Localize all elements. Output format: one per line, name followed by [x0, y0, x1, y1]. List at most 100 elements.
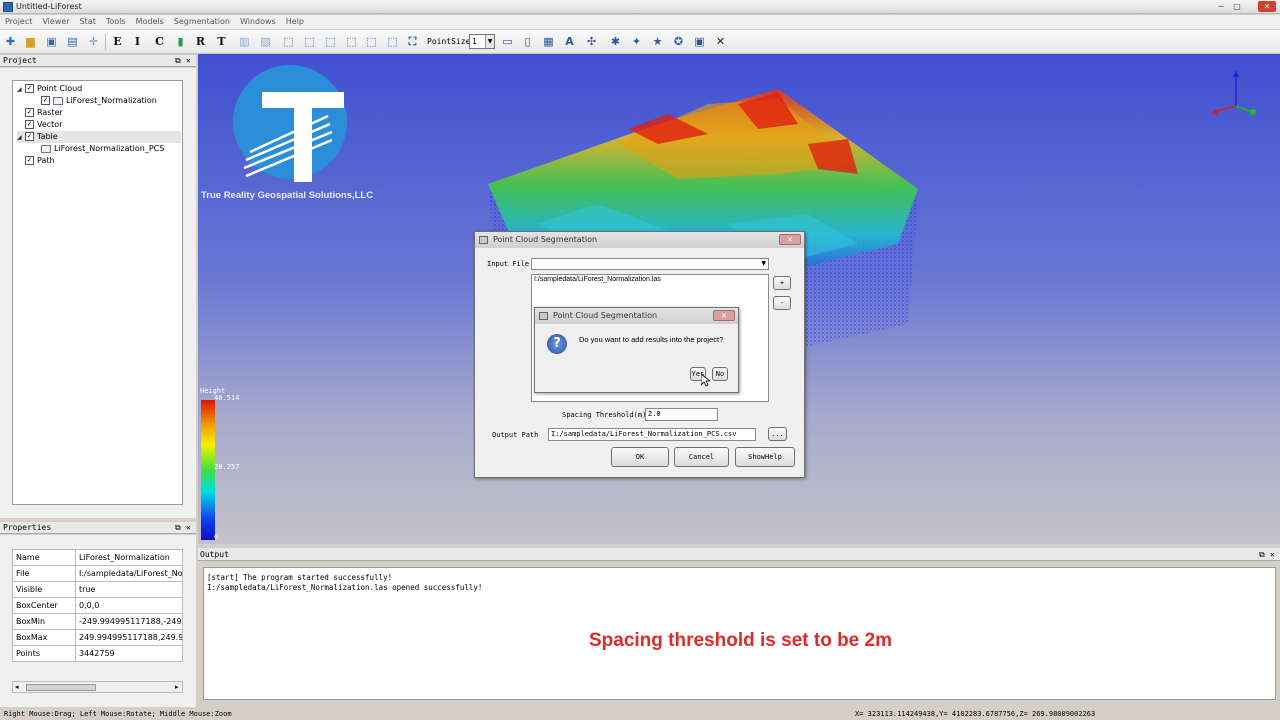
expand-arrow-icon[interactable]: ◢ — [17, 132, 25, 144]
tree-label: Vector — [37, 120, 63, 129]
close-icon[interactable]: ✕ — [186, 522, 191, 534]
view-back-icon[interactable]: ⬚ — [301, 33, 318, 50]
tools-icon[interactable]: ✕ — [712, 33, 729, 50]
checkbox[interactable]: ✓ — [41, 96, 50, 105]
checkbox[interactable]: ✓ — [25, 132, 34, 141]
view-front-icon[interactable]: ⬚ — [280, 33, 297, 50]
star-box-icon[interactable]: ✪ — [670, 33, 687, 50]
clear-selection-icon[interactable]: ▧ — [257, 33, 274, 50]
output-log: [start] The program started successfully… — [203, 567, 1276, 700]
table-row[interactable]: BoxMin-249.994995117188,-249.994... — [12, 613, 183, 630]
view-top-icon[interactable]: ⬚ — [363, 33, 380, 50]
table-row[interactable]: BoxMax249.994995117188,249.9949... — [12, 629, 183, 646]
time-icon[interactable]: T — [213, 33, 230, 50]
tree-label: LiForest_Normalization — [66, 96, 157, 105]
save-icon[interactable]: ▣ — [43, 33, 60, 50]
annotation-icon[interactable]: A — [561, 33, 578, 50]
output-path-input[interactable]: I:/sampledata/LiForest_Normalization_PCS… — [548, 428, 756, 441]
classification-icon[interactable]: C — [151, 33, 168, 50]
grid-icon[interactable]: ▦ — [540, 33, 557, 50]
export-icon[interactable]: ✦ — [628, 33, 645, 50]
view-bottom-icon[interactable]: ⬚ — [384, 33, 401, 50]
full-extent-icon[interactable]: ⛶ — [404, 33, 421, 50]
float-icon[interactable]: ⧉ — [175, 522, 181, 534]
menu-help[interactable]: Help — [281, 15, 309, 29]
menu-tools[interactable]: Tools — [101, 15, 131, 29]
remove-file-button[interactable]: - — [773, 296, 791, 310]
close-icon[interactable]: ✕ — [186, 55, 191, 67]
pointsize-select[interactable]: 1 ▼ — [469, 34, 495, 49]
close-dialog-button[interactable]: ✕ — [779, 234, 801, 245]
dialog-title: Point Cloud Segmentation — [493, 235, 598, 244]
no-button[interactable]: No — [712, 367, 728, 381]
checkbox[interactable]: ✓ — [25, 120, 34, 129]
selection-icon[interactable]: ▥ — [236, 33, 253, 50]
tree-item-raster[interactable]: ✓ Raster — [25, 107, 63, 119]
menu-windows[interactable]: Windows — [235, 15, 281, 29]
checkbox[interactable]: ✓ — [25, 156, 34, 165]
tree-item-liforest-normalization-pcs[interactable]: LiForest_Normalization_PCS — [41, 143, 164, 155]
tree-item-liforest-normalization[interactable]: ✓ LiForest_Normalization — [41, 95, 157, 107]
list-item[interactable]: I:/sampledata/LiForest_Normalization.las — [534, 276, 661, 283]
tree-item-path[interactable]: ✓ Path — [25, 155, 55, 167]
star-icon[interactable]: ★ — [649, 33, 666, 50]
property-key: File — [12, 565, 76, 582]
float-icon[interactable]: ⧉ — [175, 55, 181, 67]
scroll-right-icon[interactable]: ▸ — [175, 682, 179, 692]
ruler-icon[interactable]: ▭ — [499, 33, 516, 50]
add-data-icon[interactable]: ✚ — [2, 33, 19, 50]
profile-icon[interactable]: ▯ — [519, 33, 536, 50]
status-hint: Right Mouse:Drag; Left Mouse:Rotate; Mid… — [4, 710, 232, 718]
menu-models[interactable]: Models — [131, 15, 169, 29]
close-dialog-button[interactable]: ✕ — [713, 310, 735, 321]
ok-button[interactable]: OK — [611, 447, 669, 467]
add-file-button[interactable]: + — [773, 276, 791, 290]
open-folder-icon[interactable]: ▆ — [22, 33, 39, 50]
scroll-left-icon[interactable]: ◂ — [15, 682, 19, 692]
maximize-button[interactable]: □ — [1230, 1, 1244, 12]
properties-scrollbar[interactable]: ◂ ▸ — [12, 681, 183, 693]
chevron-down-icon[interactable]: ▼ — [485, 35, 494, 48]
crosshair-icon[interactable]: ✛ — [85, 33, 102, 50]
show-help-button[interactable]: ShowHelp — [735, 447, 795, 467]
minimize-button[interactable]: ─ — [1214, 1, 1228, 12]
menu-project[interactable]: Project — [0, 15, 37, 29]
table-row[interactable]: BoxCenter 0,0,0 — [12, 597, 183, 614]
tree-item-point-cloud[interactable]: ◢ ✓ Point Cloud — [17, 83, 82, 95]
checkbox[interactable]: ✓ — [25, 84, 34, 93]
chevron-down-icon[interactable]: ▼ — [761, 259, 766, 269]
height-color-icon[interactable]: ▮ — [172, 33, 189, 50]
cancel-button[interactable]: Cancel — [674, 447, 729, 467]
property-value: I:/sampledata/LiForest_Nor... — [75, 565, 183, 582]
table-row[interactable]: File I:/sampledata/LiForest_Nor... — [12, 565, 183, 582]
pick-point-icon[interactable]: ✣ — [583, 33, 600, 50]
input-file-select[interactable]: ▼ — [531, 258, 769, 270]
table-row[interactable]: Points 3442759 — [12, 645, 183, 662]
plugin-icon[interactable]: ✱ — [607, 33, 624, 50]
return-icon[interactable]: R — [192, 33, 209, 50]
close-window-button[interactable]: ✕ — [1258, 1, 1276, 12]
elevation-icon[interactable]: E — [109, 33, 126, 50]
view-right-icon[interactable]: ⬚ — [343, 33, 360, 50]
tree-item-table[interactable]: ◢ ✓ Table — [17, 131, 181, 143]
close-icon[interactable]: ✕ — [1270, 548, 1275, 561]
float-icon[interactable]: ⧉ — [1259, 548, 1265, 561]
save-as-icon[interactable]: ▤ — [64, 33, 81, 50]
menu-stat[interactable]: Stat — [75, 15, 101, 29]
tree-item-vector[interactable]: ✓ Vector — [25, 119, 63, 131]
table-row[interactable]: Visible true — [12, 581, 183, 598]
confirm-dialog: Point Cloud Segmentation ✕ ? Do you want… — [534, 307, 739, 393]
property-value: -249.994995117188,-249.994... — [75, 613, 183, 630]
intensity-icon[interactable]: I — [129, 33, 146, 50]
table-row[interactable]: Name LiForest_Normalization — [12, 549, 183, 566]
scrollbar-thumb[interactable] — [26, 684, 96, 691]
view-left-icon[interactable]: ⬚ — [322, 33, 339, 50]
checkbox[interactable]: ✓ — [25, 108, 34, 117]
toolbar-separator — [105, 34, 106, 50]
spacing-threshold-input[interactable]: 2.0 — [645, 408, 718, 421]
menu-segmentation[interactable]: Segmentation — [169, 15, 235, 29]
menu-viewer[interactable]: Viewer — [37, 15, 74, 29]
expand-arrow-icon[interactable]: ◢ — [17, 84, 25, 96]
browse-button[interactable]: ... — [768, 427, 787, 441]
screenshot-icon[interactable]: ▣ — [691, 33, 708, 50]
